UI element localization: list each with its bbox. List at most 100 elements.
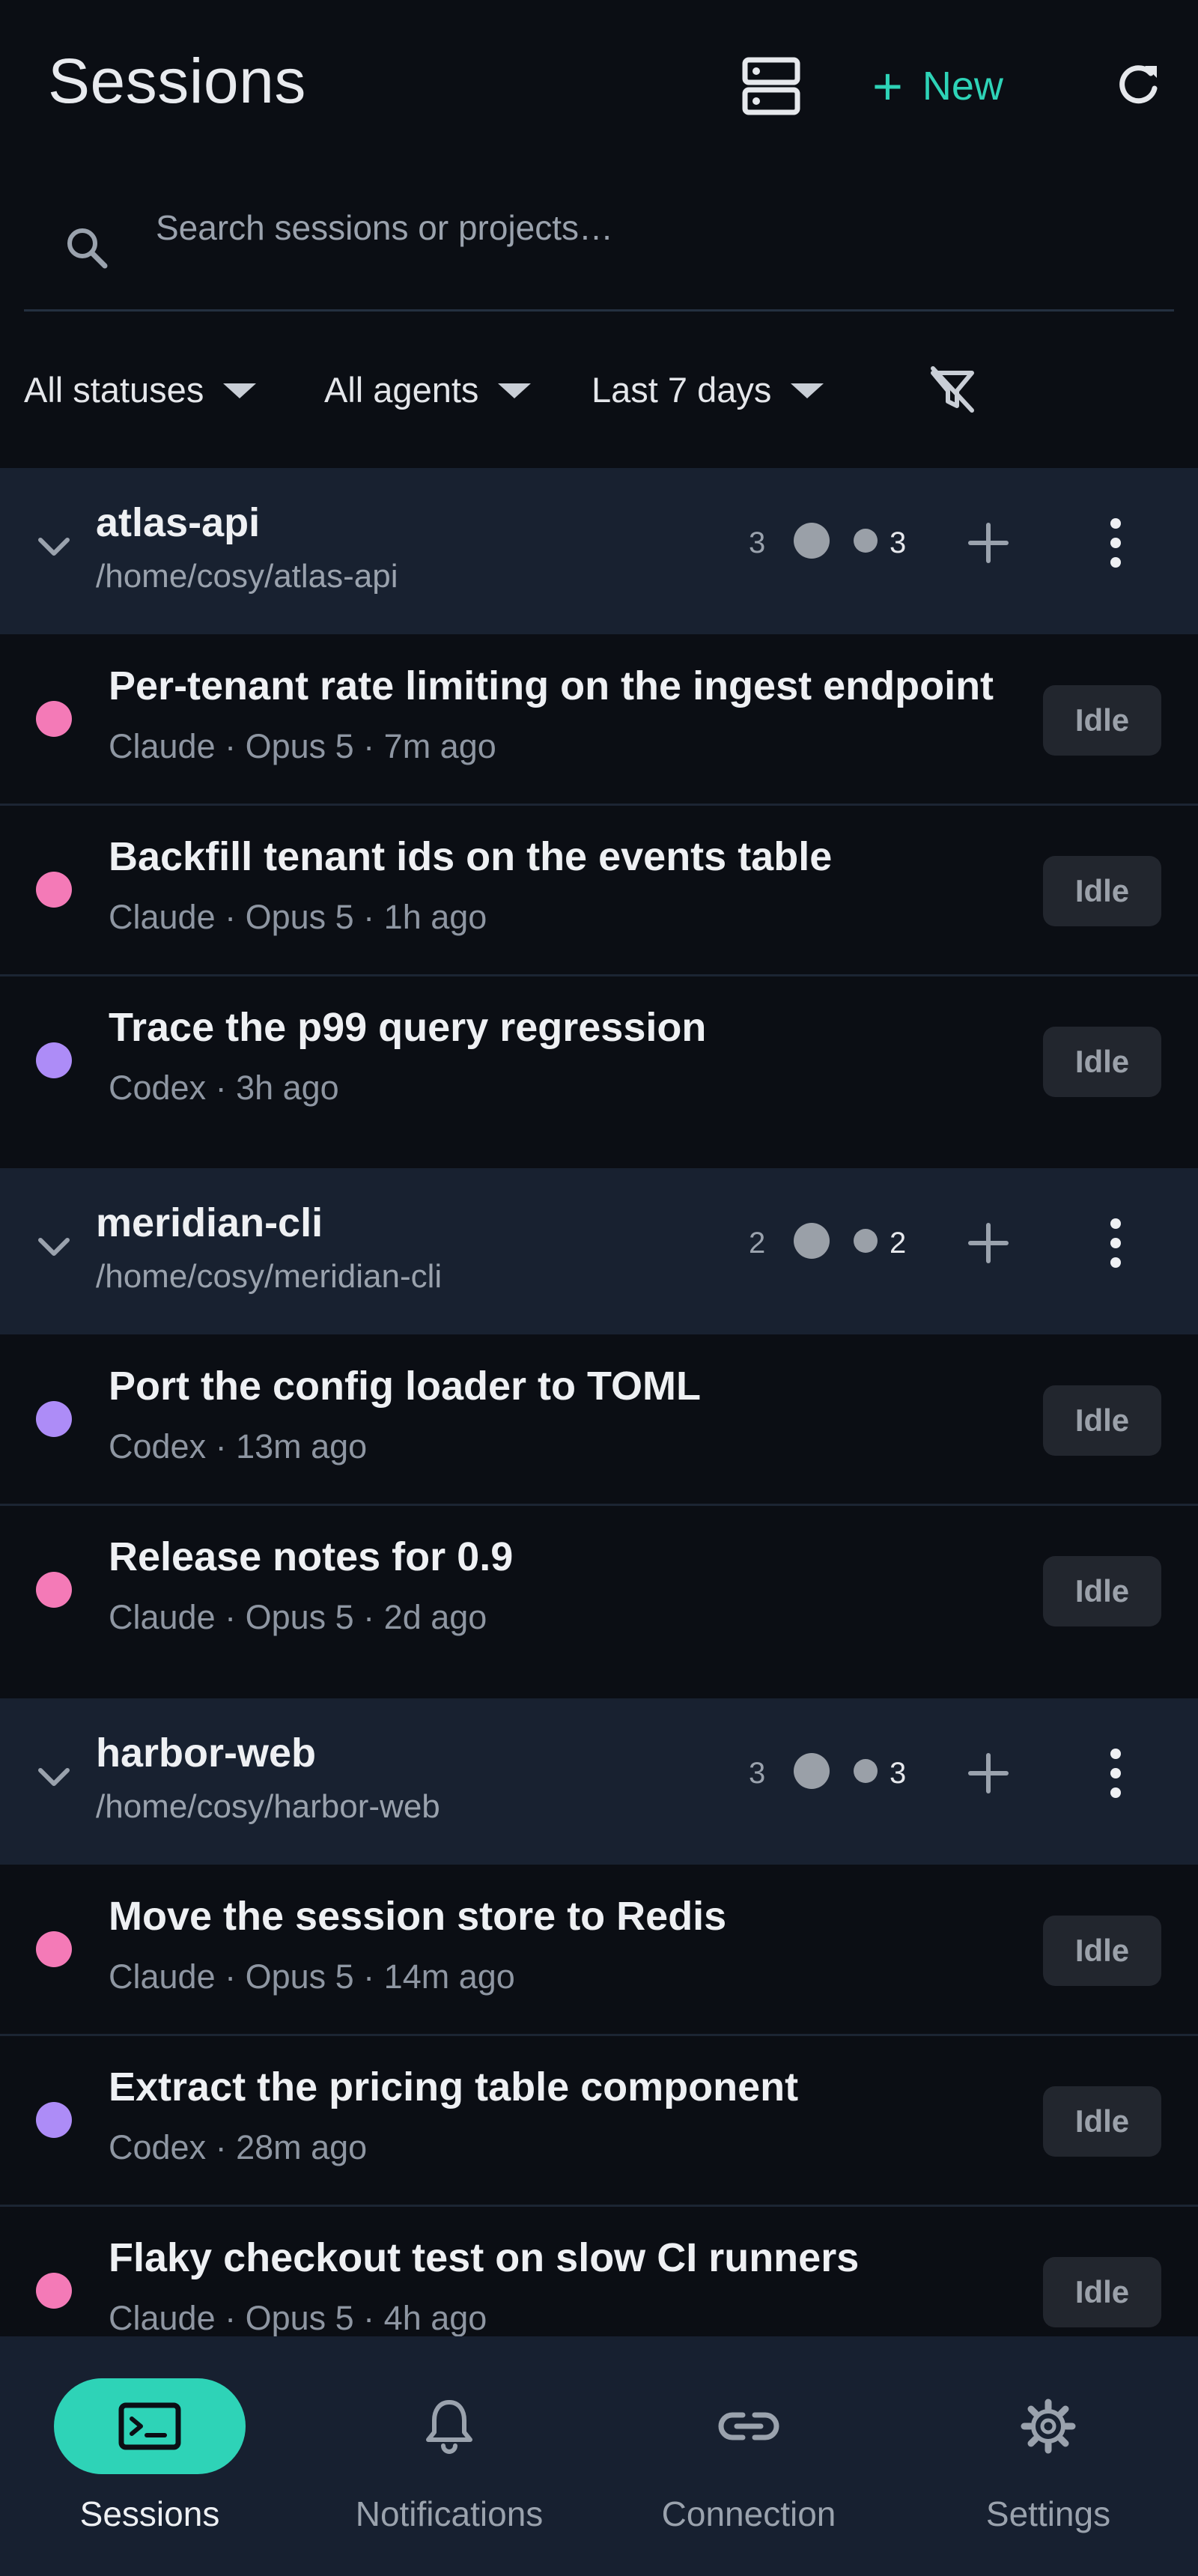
refresh-icon	[1119, 65, 1158, 104]
server-icon	[742, 57, 800, 115]
search-icon	[67, 228, 108, 269]
tab-label: Connection	[661, 2494, 836, 2533]
search-input[interactable]: Search sessions or projects…	[24, 176, 1174, 312]
filter-off-icon	[931, 366, 974, 413]
claude-agent-dot	[36, 701, 72, 737]
project-group-header[interactable]: atlas-api /home/cosy/atlas-api 3 3	[0, 468, 1198, 634]
codex-agent-dot	[36, 2102, 72, 2138]
project-name: atlas-api	[96, 500, 261, 545]
gear-icon	[994, 2378, 1102, 2474]
session-count: 2	[749, 1227, 766, 1260]
session-meta: Claude · Opus 5 · 2d ago	[109, 1598, 487, 1636]
session-row[interactable]: Move the session store to Redis Claude ·…	[0, 1865, 1198, 2036]
codex-agent-dot	[36, 1042, 72, 1078]
idle-count: 2	[890, 1227, 907, 1260]
status-badge: Idle	[1043, 1556, 1161, 1626]
idle-dot-icon	[854, 1229, 878, 1253]
session-row[interactable]: Per-tenant rate limiting on the ingest e…	[0, 634, 1198, 806]
app-header: Sessions + New	[0, 0, 1198, 165]
caret-down-icon	[791, 383, 824, 398]
link-icon	[695, 2378, 803, 2474]
session-meta: Codex · 28m ago	[109, 2128, 368, 2166]
status-badge: Idle	[1043, 2086, 1161, 2157]
idle-dot-icon	[854, 1759, 878, 1783]
session-meta: Claude · Opus 5 · 1h ago	[109, 898, 487, 936]
date-range-dropdown[interactable]: Last 7 days	[592, 352, 824, 427]
tab-settings[interactable]: Settings	[898, 2336, 1198, 2576]
claude-agent-dot	[36, 872, 72, 908]
more-options-icon[interactable]	[1101, 1743, 1131, 1803]
bottom-tab-bar: Sessions Notifications Connection Settin…	[0, 2336, 1198, 2576]
new-session-button[interactable]: + New	[872, 52, 1003, 120]
project-group-header[interactable]: harbor-web /home/cosy/harbor-web 3 3	[0, 1698, 1198, 1865]
session-row[interactable]: Release notes for 0.9 Claude · Opus 5 · …	[0, 1505, 1198, 1674]
session-meta: Codex · 13m ago	[109, 1427, 368, 1465]
session-row[interactable]: Flaky checkout test on slow CI runners C…	[0, 2206, 1198, 2336]
session-row[interactable]: Extract the pricing table component Code…	[0, 2035, 1198, 2207]
page-title: Sessions	[48, 46, 306, 116]
session-title: Port the config loader to TOML	[109, 1364, 701, 1409]
claude-agent-dot	[36, 1931, 72, 1967]
refresh-button[interactable]	[1112, 58, 1164, 111]
status-badge: Idle	[1043, 685, 1161, 756]
session-title: Trace the p99 query regression	[109, 1005, 707, 1050]
bell-icon	[395, 2378, 503, 2474]
add-session-button[interactable]	[958, 1213, 1018, 1273]
status-dot-icon	[794, 523, 830, 559]
caret-down-icon	[498, 383, 532, 398]
agent-filter-label: All agents	[324, 369, 479, 410]
more-options-icon[interactable]	[1101, 1213, 1131, 1273]
claude-agent-dot	[36, 2273, 72, 2309]
tab-connection[interactable]: Connection	[599, 2336, 898, 2576]
agent-filter-dropdown[interactable]: All agents	[324, 352, 532, 427]
status-badge: Idle	[1043, 1385, 1161, 1456]
codex-agent-dot	[36, 1401, 72, 1437]
project-path: /home/cosy/harbor-web	[96, 1788, 440, 1825]
idle-count: 3	[890, 1757, 907, 1790]
chevron-down-icon	[38, 1768, 70, 1786]
date-range-label: Last 7 days	[592, 369, 772, 410]
more-options-icon[interactable]	[1101, 513, 1131, 573]
session-row[interactable]: Backfill tenant ids on the events table …	[0, 805, 1198, 976]
status-filter-dropdown[interactable]: All statuses	[24, 352, 257, 427]
status-badge: Idle	[1043, 2257, 1161, 2327]
project-path: /home/cosy/atlas-api	[96, 558, 398, 595]
add-session-button[interactable]	[958, 513, 1018, 573]
session-count: 3	[749, 526, 766, 559]
claude-agent-dot	[36, 1572, 72, 1608]
status-dot-icon	[794, 1753, 830, 1789]
plus-icon: +	[872, 57, 903, 115]
session-title: Flaky checkout test on slow CI runners	[109, 2235, 860, 2280]
idle-dot-icon	[854, 529, 878, 553]
status-dot-icon	[794, 1223, 830, 1259]
caret-down-icon	[223, 383, 257, 398]
tab-label: Sessions	[79, 2494, 220, 2533]
search-placeholder: Search sessions or projects…	[156, 208, 614, 247]
filter-bar: All statuses All agents Last 7 days	[0, 352, 1198, 427]
status-filter-label: All statuses	[24, 369, 204, 410]
project-group-header[interactable]: meridian-cli /home/cosy/meridian-cli 2 2	[0, 1168, 1198, 1334]
tab-notifications[interactable]: Notifications	[300, 2336, 599, 2576]
project-path: /home/cosy/meridian-cli	[96, 1258, 443, 1295]
chevron-down-icon	[38, 538, 70, 556]
project-name: harbor-web	[96, 1731, 317, 1775]
session-meta: Claude · Opus 5 · 14m ago	[109, 1957, 515, 1996]
idle-count: 3	[890, 526, 907, 559]
clear-filters-button[interactable]	[922, 359, 982, 419]
status-badge: Idle	[1043, 1027, 1161, 1097]
tab-label: Settings	[985, 2494, 1111, 2533]
session-meta: Codex · 3h ago	[109, 1069, 339, 1107]
session-row[interactable]: Port the config loader to TOML Codex · 1…	[0, 1334, 1198, 1506]
session-row[interactable]: Trace the p99 query regression Codex · 3…	[0, 976, 1198, 1145]
sessions-screen: Sessions + New Search sessions or projec…	[0, 0, 1198, 2336]
terminal-icon	[54, 2378, 246, 2474]
add-session-button[interactable]	[958, 1743, 1018, 1803]
server-view-button[interactable]	[738, 52, 805, 120]
session-title: Release notes for 0.9	[109, 1534, 514, 1579]
chevron-down-icon	[38, 1238, 70, 1256]
session-title: Extract the pricing table component	[109, 2065, 799, 2109]
tab-sessions[interactable]: Sessions	[0, 2336, 300, 2576]
session-count: 3	[749, 1757, 766, 1790]
session-meta: Claude · Opus 5 · 7m ago	[109, 727, 496, 765]
status-badge: Idle	[1043, 1916, 1161, 1986]
